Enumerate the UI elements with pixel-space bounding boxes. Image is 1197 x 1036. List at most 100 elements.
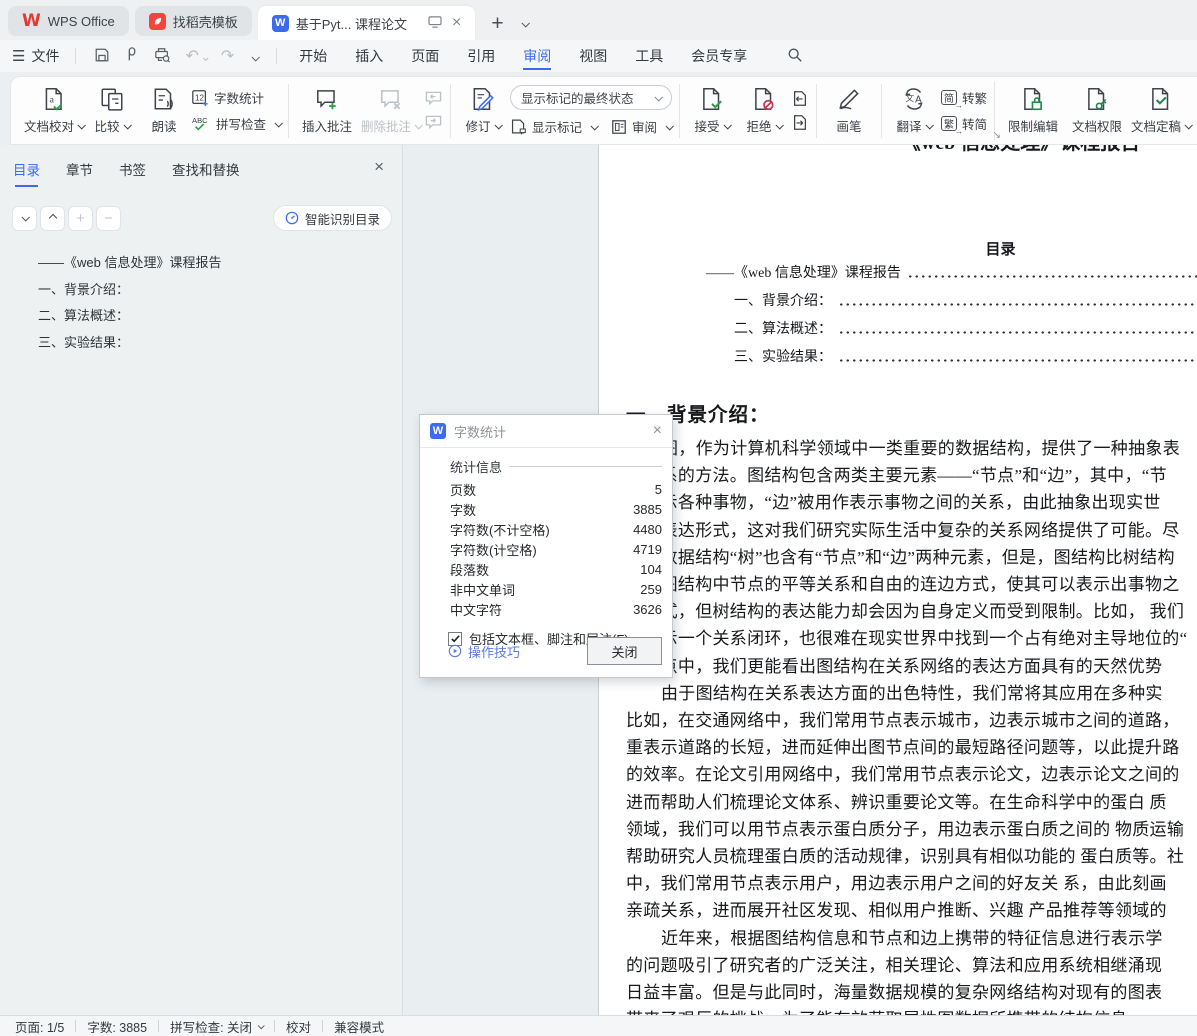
smart-toc-label: 智能识别目录 [304, 212, 380, 227]
split-screen-icon[interactable] [428, 15, 442, 31]
toc-entry[interactable]: 三、实验结果： [599, 341, 1197, 369]
tab-list-chevron-icon[interactable] [518, 15, 530, 30]
sidebar-tab-bookmarks[interactable]: 书签 [119, 159, 146, 187]
track-changes-label: 修订 [465, 120, 491, 134]
accept-change-button[interactable]: 接受 [687, 80, 737, 142]
toc-previous-button[interactable] [40, 205, 65, 231]
chevron-down-icon [122, 120, 132, 130]
compare-button[interactable]: 比较 [87, 80, 137, 142]
read-aloud-button[interactable]: 朗读 [139, 80, 189, 142]
close-sidebar-icon[interactable]: × [374, 157, 384, 177]
tab-wps-home[interactable]: W WPS Office [8, 6, 129, 36]
track-changes-button[interactable]: 修订 [458, 80, 508, 142]
dialog-title-bar[interactable]: W 字数统计 × [420, 415, 672, 448]
save-icon[interactable] [94, 47, 110, 66]
previous-change-icon[interactable] [791, 90, 809, 107]
show-markup-button[interactable]: 显示标记 [510, 117, 599, 136]
redo-icon[interactable]: ↷ [221, 46, 234, 66]
menu-insert[interactable]: 插入 [341, 40, 397, 72]
reject-change-button[interactable]: 拒绝 [739, 80, 789, 142]
stat-row: 非中文单词 259 [450, 581, 662, 598]
docer-leaf-icon [148, 12, 166, 30]
toc-expand-button[interactable]: + [68, 205, 93, 231]
stat-row: 字符数(计空格) 4719 [450, 542, 662, 559]
close-button[interactable]: 关闭 [587, 637, 662, 665]
chevron-down-icon [590, 121, 599, 131]
divider [881, 83, 883, 138]
menu-review[interactable]: 审阅 [509, 40, 565, 72]
tab-docer-templates[interactable]: 找稻壳模板 [134, 6, 252, 36]
svg-text:a: a [50, 94, 55, 105]
sidebar-tab-find-replace[interactable]: 查找和替换 [172, 159, 240, 187]
toc-entry[interactable]: 二、算法概述： [599, 313, 1197, 341]
hamburger-menu-icon[interactable]: ☰ [12, 47, 25, 65]
insert-comment-button[interactable]: 插入批注 [296, 80, 358, 142]
menu-view[interactable]: 视图 [565, 40, 621, 72]
svg-text:A: A [915, 94, 922, 105]
read-aloud-label: 朗读 [151, 120, 177, 134]
proofread-button[interactable]: a 文档校对 [23, 80, 86, 142]
menu-member[interactable]: 会员专享 [677, 40, 761, 72]
toc-entry[interactable]: 一、背景介绍： [599, 285, 1197, 313]
spell-check-button[interactable]: ABC 拼写检查 [191, 114, 283, 133]
tab-current-document[interactable]: W 基于Pyt... 课程论文 × [257, 6, 476, 40]
status-bar: 页面: 1/5 字数: 3885 拼写检查: 关闭 校对 兼容模式 [0, 1015, 1197, 1036]
document-permission-button[interactable]: 文档权限 [1066, 80, 1128, 142]
menu-page[interactable]: 页面 [397, 40, 453, 72]
word-count-button[interactable]: 12 字数统计 [191, 88, 281, 107]
smart-toc-button[interactable]: 智能识别目录 [272, 205, 392, 231]
tips-link[interactable]: 操作技巧 [448, 642, 520, 661]
restrict-editing-button[interactable]: 限制编辑 [1002, 80, 1064, 142]
menu-home[interactable]: 开始 [285, 40, 341, 72]
markup-state-dropdown[interactable]: 显示标记的最终状态 [510, 85, 673, 110]
finalize-document-button[interactable]: 文档定稿 [1130, 80, 1194, 142]
proofing-button[interactable]: 校对 [286, 1017, 311, 1036]
sidebar-tab-contents[interactable]: 目录 [13, 159, 40, 187]
dot-leader [838, 326, 1197, 334]
spell-check-status[interactable]: 拼写检查: 关闭 [170, 1017, 252, 1036]
group-expander-icon[interactable]: ↘ [993, 130, 1001, 141]
undo-icon[interactable]: ↶ [185, 46, 209, 66]
toc-collapse-button[interactable]: − [96, 205, 121, 231]
to-traditional-button[interactable]: 简 转繁 [941, 88, 987, 110]
new-tab-button[interactable]: + [491, 13, 503, 34]
page-indicator: 页面: 1/5 [15, 1020, 65, 1035]
menu-file[interactable]: 文件 [31, 46, 59, 66]
review-pane-label: 审阅 [632, 121, 658, 135]
finalize-document-label: 文档定稿 [1131, 120, 1182, 134]
toc-item[interactable]: 三、实验结果： [38, 330, 394, 357]
review-pane-button[interactable]: 审阅 [611, 117, 674, 136]
document-page[interactable]: ——《web 信息处理》课程报告 目录 ——《web 信息处理》课程报告 一、背… [598, 145, 1197, 1015]
menu-tools[interactable]: 工具 [621, 40, 677, 72]
delete-comment-label: 删除批注 [361, 120, 412, 134]
toc-item[interactable]: 一、背景介绍： [38, 277, 394, 304]
next-comment-icon[interactable] [424, 114, 443, 131]
quick-access-chevron-icon[interactable] [248, 48, 261, 64]
translate-button[interactable]: A文 翻译 [889, 80, 939, 142]
document-toc: ——《web 信息处理》课程报告 一、背景介绍： 二、算法概述： 三、实验结果： [599, 257, 1197, 369]
document-title-clipped: ——《web 信息处理》课程报告 [599, 145, 1197, 155]
search-icon[interactable] [787, 47, 803, 66]
export-pdf-icon[interactable] [124, 46, 140, 66]
ribbon-group-pen: 画笔 [824, 80, 874, 142]
pen-button[interactable]: 画笔 [824, 80, 874, 142]
close-tab-icon[interactable]: × [452, 14, 461, 32]
previous-comment-icon[interactable] [424, 90, 443, 107]
toc-item[interactable]: 二、算法概述： [38, 303, 394, 330]
to-simplified-button[interactable]: 繁 转简 [941, 114, 987, 136]
menu-reference[interactable]: 引用 [453, 40, 509, 72]
close-dialog-icon[interactable]: × [653, 422, 662, 440]
svg-text:文: 文 [905, 92, 914, 103]
delete-comment-button[interactable]: 删除批注 [360, 80, 423, 142]
sidebar-tab-chapters[interactable]: 章节 [66, 159, 93, 187]
compatibility-mode-badge[interactable]: 兼容模式 [334, 1017, 384, 1036]
divider [322, 1020, 324, 1032]
divider [274, 1020, 276, 1032]
toc-entry[interactable]: ——《web 信息处理》课程报告 [599, 257, 1197, 285]
next-change-icon[interactable] [791, 114, 809, 131]
chevron-down-icon[interactable] [257, 1021, 265, 1029]
print-preview-icon[interactable] [154, 47, 171, 66]
toc-item[interactable]: ——《web 信息处理》课程报告 [38, 250, 394, 277]
toc-next-button[interactable] [12, 205, 37, 231]
word-count-indicator[interactable]: 字数: 3885 [87, 1017, 147, 1036]
